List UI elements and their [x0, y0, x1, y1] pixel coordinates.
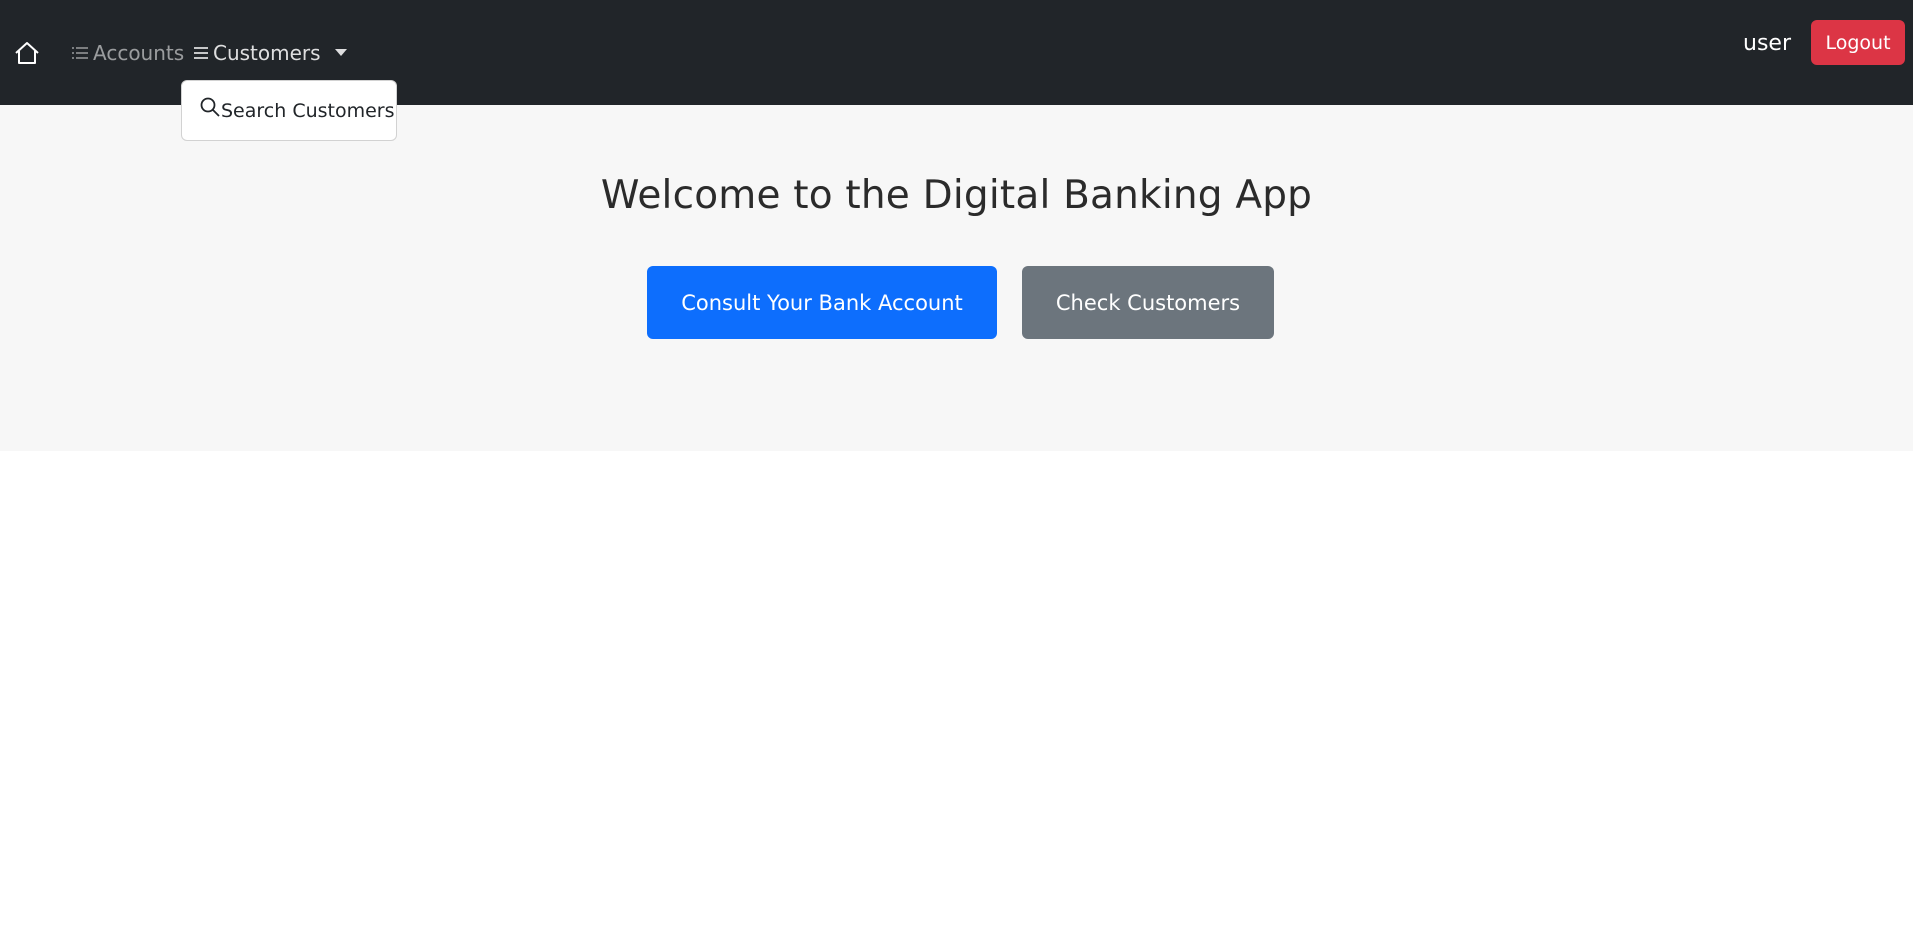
nav-accounts-label: Accounts — [93, 41, 185, 65]
nav-accounts-link[interactable]: Accounts — [71, 40, 184, 66]
search-icon — [200, 97, 220, 124]
caret-down-icon — [334, 48, 347, 56]
dropdown-item-search-customers[interactable]: Search Customers — [200, 97, 395, 124]
hero-section: Welcome to the Digital Banking App Consu… — [0, 105, 1913, 451]
list-icon — [71, 40, 89, 66]
dropdown-item-label: Search Customers — [221, 99, 395, 122]
customers-dropdown-menu: Search Customers — [181, 80, 397, 141]
check-customers-button[interactable]: Check Customers — [1022, 266, 1274, 339]
username-label: user — [1743, 31, 1791, 56]
house-icon[interactable] — [14, 41, 40, 65]
logout-button[interactable]: Logout — [1811, 20, 1905, 65]
nav-customers-dropdown-toggle[interactable]: Customers — [193, 40, 347, 66]
menu-icon — [193, 40, 209, 66]
nav-customers-label: Customers — [213, 41, 321, 65]
consult-account-button[interactable]: Consult Your Bank Account — [647, 266, 997, 339]
page-title: Welcome to the Digital Banking App — [600, 173, 1313, 218]
